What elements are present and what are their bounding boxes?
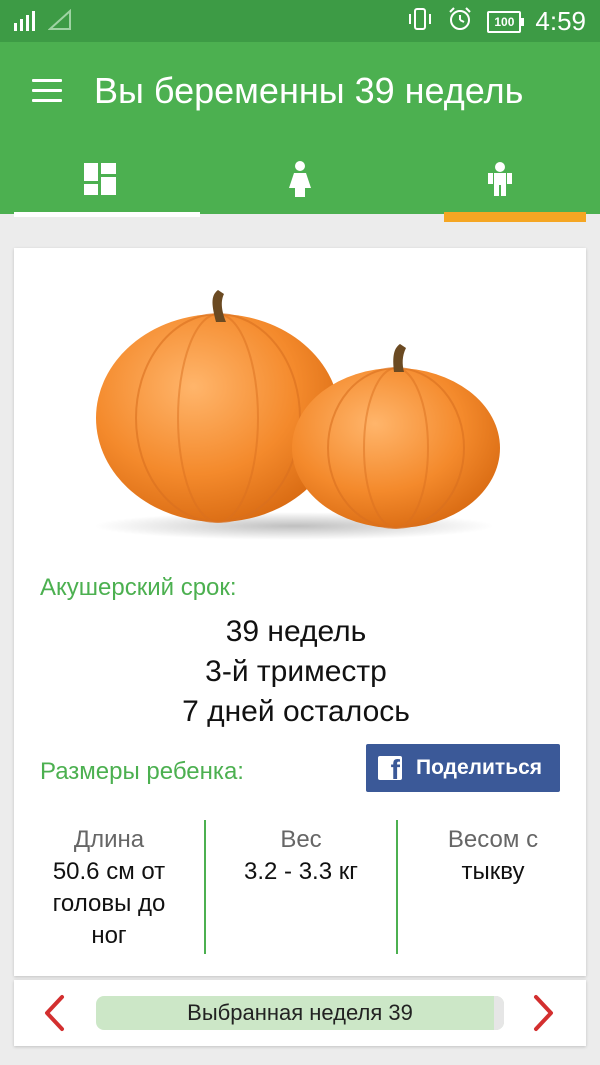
stat-length: Длина 50.6 см от головы до ног	[14, 820, 204, 952]
tab-bar	[0, 148, 600, 214]
stat-value: 50.6 см от головы до ног	[52, 858, 166, 949]
alarm-icon	[447, 6, 473, 37]
weeks-text: 39 недель	[225, 615, 367, 648]
mother-icon	[285, 160, 315, 202]
selected-week-text: Выбранная неделя 39	[187, 1000, 413, 1025]
dashboard-icon	[84, 162, 116, 200]
tab-mother[interactable]	[200, 148, 400, 214]
share-facebook-button[interactable]: f Поделиться	[366, 744, 560, 792]
term-block: 39 недель 3-й триместр 7 дней осталось	[14, 612, 578, 732]
chevron-left-icon[interactable]	[42, 994, 66, 1037]
app-bar: Вы беременны 39 недель	[0, 42, 600, 214]
week-selector: Выбранная неделя 39	[14, 980, 586, 1046]
week-info-card: Акушерский срок: 39 недель 3-й триместр …	[14, 248, 586, 976]
stat-header: Длина	[73, 826, 145, 853]
stat-comparison: Весом с тыкву	[398, 820, 588, 888]
share-button-label: Поделиться	[416, 756, 543, 779]
facebook-icon: f	[378, 756, 402, 780]
page-title: Вы беременны 39 недель	[94, 70, 524, 111]
baby-icon	[486, 161, 514, 201]
stat-header: Вес	[280, 826, 322, 853]
tab-baby[interactable]	[400, 148, 600, 214]
stat-value: тыкву	[461, 858, 525, 885]
trimester-text: 3-й триместр	[205, 655, 387, 688]
stat-weight: Вес 3.2 - 3.3 кг	[206, 820, 396, 888]
status-bar: 100 4:59	[0, 0, 600, 42]
obstetric-term-label: Акушерский срок:	[40, 574, 237, 601]
tab-indicator	[0, 212, 600, 222]
baby-size-label: Размеры ребенка:	[40, 758, 244, 785]
vibrate-icon	[407, 7, 433, 36]
hamburger-menu-icon[interactable]	[32, 79, 62, 109]
signal-icon	[14, 9, 42, 36]
days-left-text: 7 дней осталось	[182, 695, 410, 728]
stat-header: Весом с	[447, 826, 539, 853]
selected-week-indicator[interactable]: Выбранная неделя 39	[96, 996, 504, 1030]
chevron-right-icon[interactable]	[532, 994, 556, 1037]
clock-time: 4:59	[535, 6, 586, 36]
battery-icon: 100	[487, 10, 525, 33]
stat-value: 3.2 - 3.3 кг	[244, 858, 358, 885]
no-signal-icon	[47, 8, 72, 36]
pumpkins-image	[94, 286, 514, 551]
baby-stats: Длина 50.6 см от головы до ног Вес 3.2 -…	[14, 820, 586, 956]
tab-dashboard[interactable]	[0, 148, 200, 214]
